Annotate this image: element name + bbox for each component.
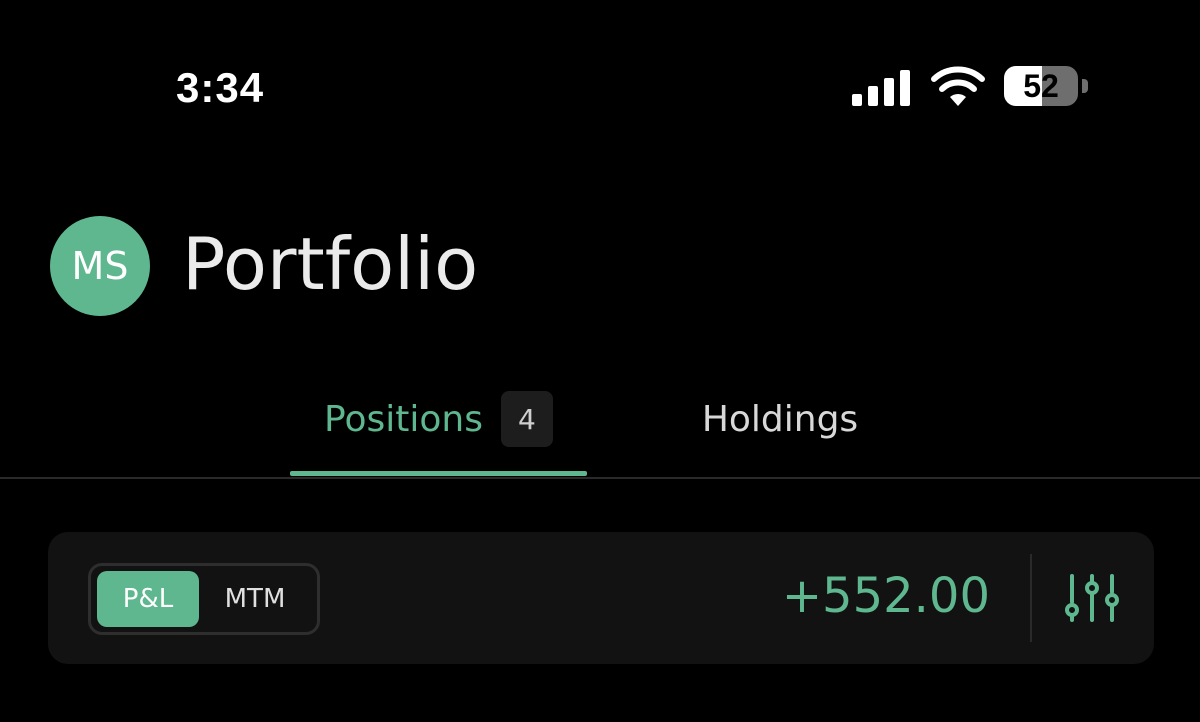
- battery-level: 52: [1023, 67, 1059, 104]
- pnl-summary-card: P&L MTM +552.00: [48, 532, 1154, 664]
- battery-icon: 52: [1004, 66, 1078, 106]
- status-time: 3:34: [176, 64, 265, 111]
- avatar[interactable]: MS: [50, 216, 150, 316]
- tab-holdings-label: Holdings: [701, 398, 859, 440]
- pnl-value: +552.00: [781, 568, 990, 624]
- positions-count-badge: 4: [500, 391, 553, 447]
- sliders-icon[interactable]: [1064, 572, 1120, 624]
- signal-icon: [852, 70, 910, 106]
- tab-positions-label: Positions: [324, 398, 483, 440]
- pnl-mtm-toggle: P&L MTM: [88, 563, 320, 635]
- toggle-mtm-button[interactable]: MTM: [199, 571, 311, 627]
- wifi-icon: [931, 66, 985, 106]
- battery-nub: [1082, 79, 1088, 93]
- active-tab-indicator: [290, 471, 587, 476]
- page-title: Portfolio: [182, 222, 479, 306]
- tab-holdings[interactable]: Holdings: [670, 390, 890, 448]
- tabs-divider: [0, 477, 1200, 479]
- toggle-pl-button[interactable]: P&L: [97, 571, 199, 627]
- card-divider: [1030, 554, 1032, 642]
- tab-positions[interactable]: Positions 4: [290, 390, 587, 478]
